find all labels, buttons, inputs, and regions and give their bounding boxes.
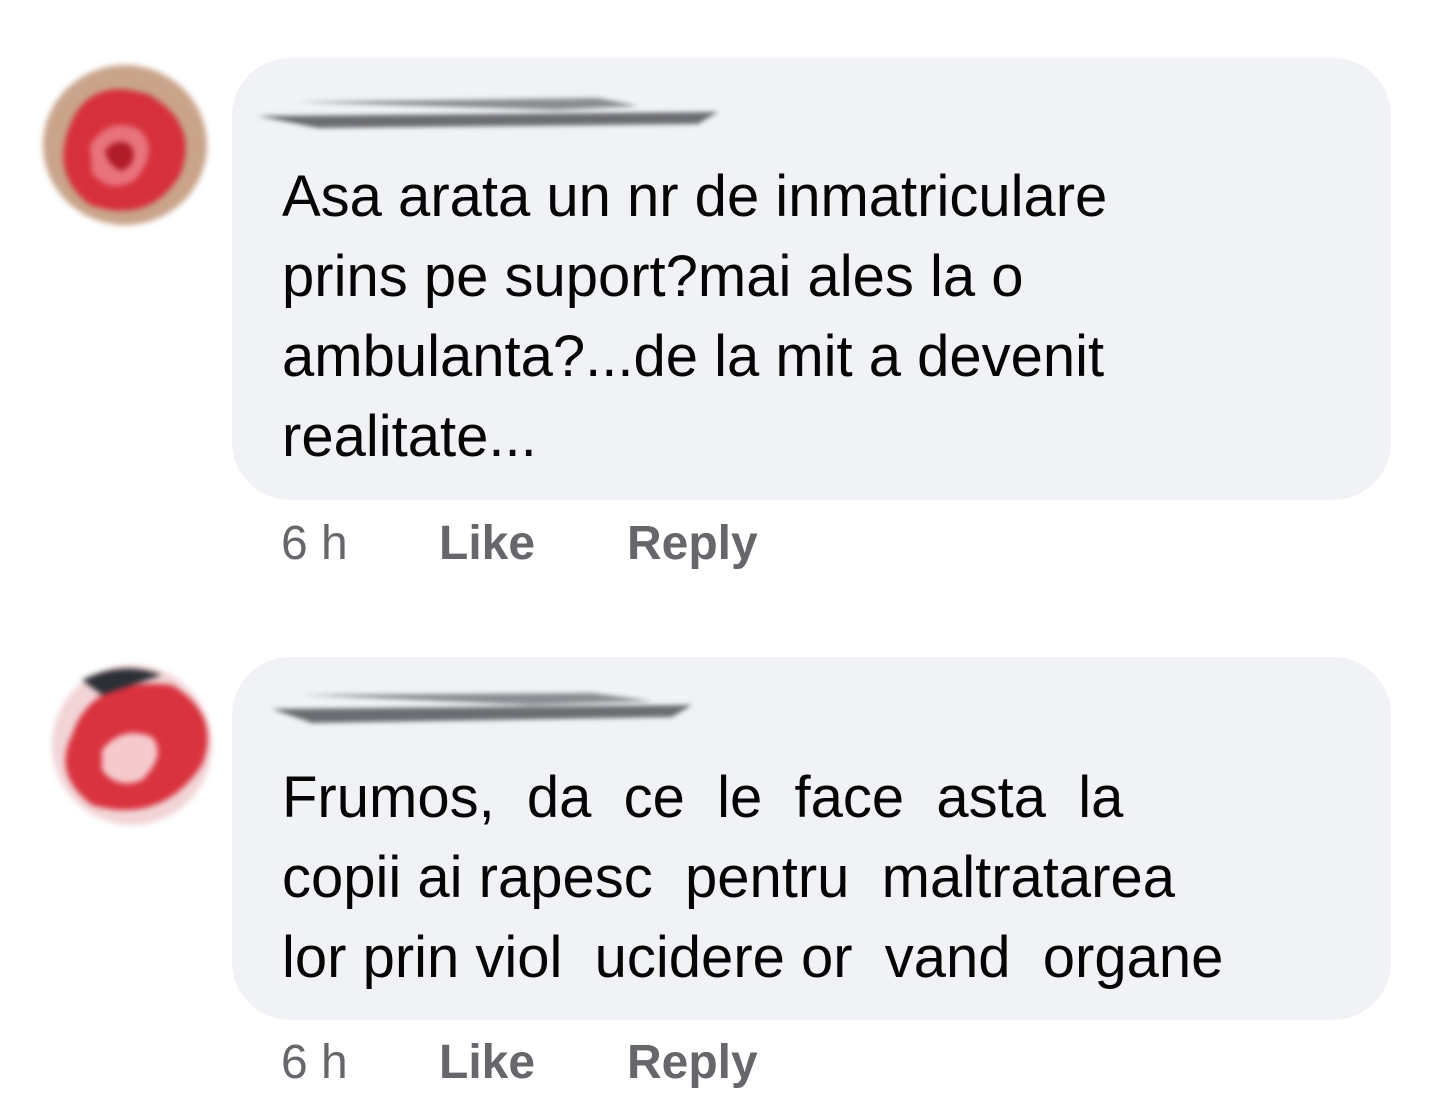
comment-text-line: copii ai rapesc pentru maltratarea — [282, 845, 1175, 910]
comment-text-line: realitate... — [282, 404, 537, 469]
like-button[interactable]: Like — [439, 1035, 627, 1090]
timestamp[interactable]: 6 h — [281, 1035, 439, 1090]
comment-text-line: Asa arata un nr de inmatriculare — [282, 164, 1108, 229]
comment-actions: 6 h Like Reply — [281, 1032, 758, 1092]
comment-text: Asa arata un nr de inmatriculare prins p… — [282, 157, 1107, 477]
comment: Frumos, da ce le face asta la copii ai r… — [0, 600, 1440, 1103]
like-button[interactable]: Like — [439, 516, 627, 571]
comment-text-line: ambulanta?...de la mit a devenit — [282, 324, 1105, 389]
comment-actions: 6 h Like Reply — [281, 513, 758, 573]
comment-text-line: Frumos, da ce le face asta la — [282, 765, 1124, 830]
avatar[interactable] — [42, 655, 222, 835]
comment: Asa arata un nr de inmatriculare prins p… — [0, 0, 1440, 600]
timestamp[interactable]: 6 h — [281, 516, 439, 571]
reply-button[interactable]: Reply — [627, 516, 758, 571]
comment-text-line: prins pe suport?mai ales la o — [282, 244, 1024, 309]
avatar[interactable] — [30, 55, 210, 235]
author-name-redacted[interactable] — [272, 687, 692, 727]
comment-thread: Asa arata un nr de inmatriculare prins p… — [0, 0, 1440, 1103]
author-name-redacted[interactable] — [258, 92, 718, 132]
comment-bubble: Asa arata un nr de inmatriculare prins p… — [232, 58, 1391, 500]
comment-text: Frumos, da ce le face asta la copii ai r… — [282, 758, 1223, 998]
comment-text-line: lor prin viol ucidere or vand organe — [282, 925, 1224, 990]
comment-bubble: Frumos, da ce le face asta la copii ai r… — [232, 657, 1391, 1020]
reply-button[interactable]: Reply — [627, 1035, 758, 1090]
